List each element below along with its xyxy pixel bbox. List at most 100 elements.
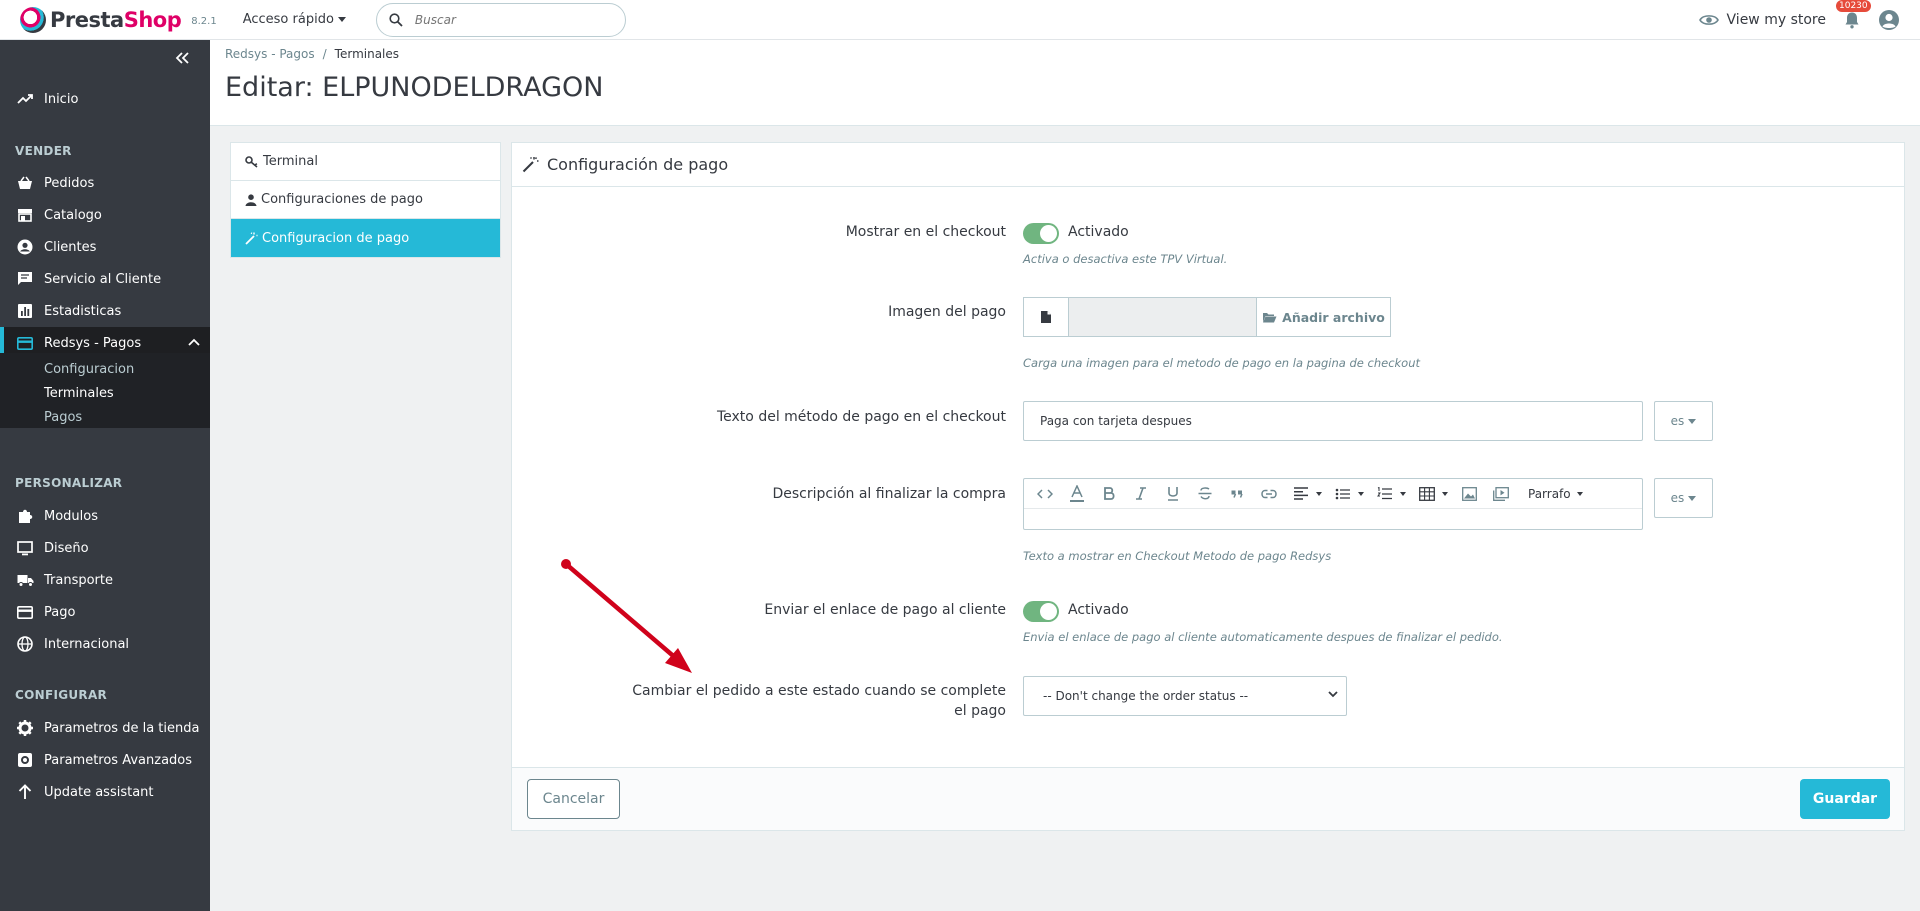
bold-button[interactable] <box>1098 483 1120 505</box>
file-path-field[interactable] <box>1069 298 1257 336</box>
sidebar-item-label: Update assistant <box>44 784 154 800</box>
submenu-item-configuracion[interactable]: Configuracion <box>44 362 134 377</box>
account-circle-icon <box>17 239 33 255</box>
change-status-label-line2: el pago <box>954 703 1006 719</box>
sidebar-item-parametros-tienda[interactable]: Parametros de la tienda <box>0 712 210 744</box>
sidebar-item-label: Catalogo <box>44 207 102 223</box>
prestashop-logo[interactable]: PrestaShop <box>20 6 182 33</box>
blockquote-button[interactable] <box>1226 483 1248 505</box>
source-code-button[interactable] <box>1034 483 1056 505</box>
quick-access-dropdown[interactable]: Acceso rápido <box>243 12 346 27</box>
bell-icon <box>1845 12 1859 29</box>
show-checkout-help: Activa o desactiva este TPV Virtual. <box>1023 252 1228 266</box>
globe-icon <box>17 636 33 652</box>
collapse-sidebar-button[interactable] <box>174 50 190 66</box>
view-store-label: View my store <box>1726 12 1826 28</box>
description-language-dropdown[interactable]: es <box>1654 478 1713 518</box>
sidebar-item-clientes[interactable]: Clientes <box>0 231 210 263</box>
language-code: es <box>1670 414 1685 428</box>
description-label: Descripción al finalizar la compra <box>772 486 1006 502</box>
paragraph-format-label: Parrafo <box>1528 486 1571 501</box>
tab-terminal[interactable]: Terminal <box>231 143 500 181</box>
payment-card-icon <box>17 605 33 619</box>
sidebar-item-pedidos[interactable]: Pedidos <box>0 167 210 199</box>
sidebar-item-catalogo[interactable]: Catalogo <box>0 199 210 231</box>
send-link-toggle[interactable] <box>1023 601 1059 622</box>
align-dropdown[interactable] <box>1290 483 1312 505</box>
quick-access-label: Acceso rápido <box>242 12 334 27</box>
logo-suffix: Shop <box>123 7 182 32</box>
view-store-link[interactable]: View my store <box>1698 12 1826 28</box>
truck-icon <box>17 574 33 587</box>
sidebar-item-transporte[interactable]: Transporte <box>0 564 210 596</box>
italic-button[interactable] <box>1130 483 1152 505</box>
order-status-select[interactable]: -- Don't change the order status -- <box>1023 676 1347 716</box>
submenu-item-pagos[interactable]: Pagos <box>44 410 82 425</box>
method-text-language-dropdown[interactable]: es <box>1654 401 1713 441</box>
notifications-button[interactable]: 10230 <box>1836 0 1871 32</box>
bullet-list-dropdown[interactable] <box>1332 483 1354 505</box>
tab-configuracion-pago[interactable]: Configuracion de pago <box>231 219 500 257</box>
bar-chart-icon <box>18 304 32 318</box>
search-input[interactable] <box>414 12 595 27</box>
method-text-input[interactable]: Paga con tarjeta despues <box>1023 401 1643 441</box>
payment-config-panel: Configuración de pago Mostrar en el chec… <box>511 142 1905 831</box>
table-dropdown[interactable] <box>1416 483 1438 505</box>
sidebar-item-label: Modulos <box>44 508 98 524</box>
sidebar-item-label: Servicio al Cliente <box>44 271 162 287</box>
send-link-help: Envia el enlace de pago al cliente autom… <box>1023 630 1503 644</box>
sidebar-item-parametros-avanzados[interactable]: Parametros Avanzados <box>0 744 210 776</box>
sidebar-item-estadisticas[interactable]: Estadisticas <box>0 295 210 327</box>
cancel-button[interactable]: Cancelar <box>527 779 620 819</box>
user-icon <box>245 193 257 206</box>
notifications-badge: 10230 <box>1836 0 1871 12</box>
italic-icon <box>1136 487 1146 500</box>
payment-image-help: Carga una imagen para el metodo de pago … <box>1023 356 1421 370</box>
sidebar-item-internacional[interactable]: Internacional <box>0 628 210 660</box>
caret-down-icon <box>1576 491 1583 496</box>
sidebar-item-diseno[interactable]: Diseño <box>0 532 210 564</box>
strikethrough-icon <box>1198 487 1212 500</box>
editor-toolbar: Parrafo <box>1024 479 1642 509</box>
arrow-up-icon <box>18 784 32 799</box>
numbered-list-dropdown[interactable] <box>1374 483 1396 505</box>
caret-down-icon <box>1688 418 1697 424</box>
breadcrumb-item-redsys[interactable]: Redsys - Pagos <box>225 47 315 61</box>
section-title-personalizar: PERSONALIZAR <box>15 476 123 490</box>
tab-label: Terminal <box>263 154 318 169</box>
order-status-selected: -- Don't change the order status -- <box>1043 689 1249 703</box>
show-checkout-toggle[interactable] <box>1023 223 1059 244</box>
settings-tabs: Terminal Configuraciones de pago Configu… <box>230 142 501 258</box>
save-button[interactable]: Guardar <box>1800 779 1890 819</box>
version-label: 8.2.1 <box>191 16 217 27</box>
text-color-button[interactable] <box>1066 483 1088 505</box>
paragraph-format-dropdown[interactable]: Parrafo <box>1528 487 1583 501</box>
tab-configuraciones-pago[interactable]: Configuraciones de pago <box>231 181 500 219</box>
sidebar-item-servicio-cliente[interactable]: Servicio al Cliente <box>0 263 210 295</box>
send-link-state: Activado <box>1068 602 1129 618</box>
editor-content-area[interactable] <box>1024 509 1642 529</box>
sidebar-item-update-assistant[interactable]: Update assistant <box>0 776 210 808</box>
sidebar-item-pago[interactable]: Pago <box>0 596 210 628</box>
chevron-down-icon <box>1328 691 1338 698</box>
breadcrumb-separator: / <box>322 47 327 61</box>
top-header: PrestaShop 8.2.1 Acceso rápido View my s… <box>0 0 1920 40</box>
payment-image-upload: Añadir archivo <box>1023 297 1391 337</box>
insert-image-button[interactable] <box>1458 483 1480 505</box>
link-button[interactable] <box>1258 483 1280 505</box>
user-circle-icon <box>1879 10 1899 30</box>
show-checkout-state: Activado <box>1068 224 1129 240</box>
sidebar-item-inicio[interactable]: Inicio <box>0 83 210 115</box>
underline-button[interactable] <box>1162 483 1184 505</box>
sidebar-item-label: Pedidos <box>44 175 95 191</box>
folder-open-icon <box>1263 312 1277 322</box>
strikethrough-button[interactable] <box>1194 483 1216 505</box>
account-button[interactable] <box>1878 9 1900 31</box>
sidebar: Inicio VENDER Pedidos Catalogo Clientes … <box>0 40 210 911</box>
sidebar-item-modulos[interactable]: Modulos <box>0 500 210 532</box>
submenu-item-terminales[interactable]: Terminales <box>44 386 114 401</box>
payment-image-label: Imagen del pago <box>888 304 1006 320</box>
annotation-arrow-icon <box>561 559 692 673</box>
add-file-button[interactable]: Añadir archivo <box>1257 298 1390 336</box>
insert-media-button[interactable] <box>1490 483 1512 505</box>
